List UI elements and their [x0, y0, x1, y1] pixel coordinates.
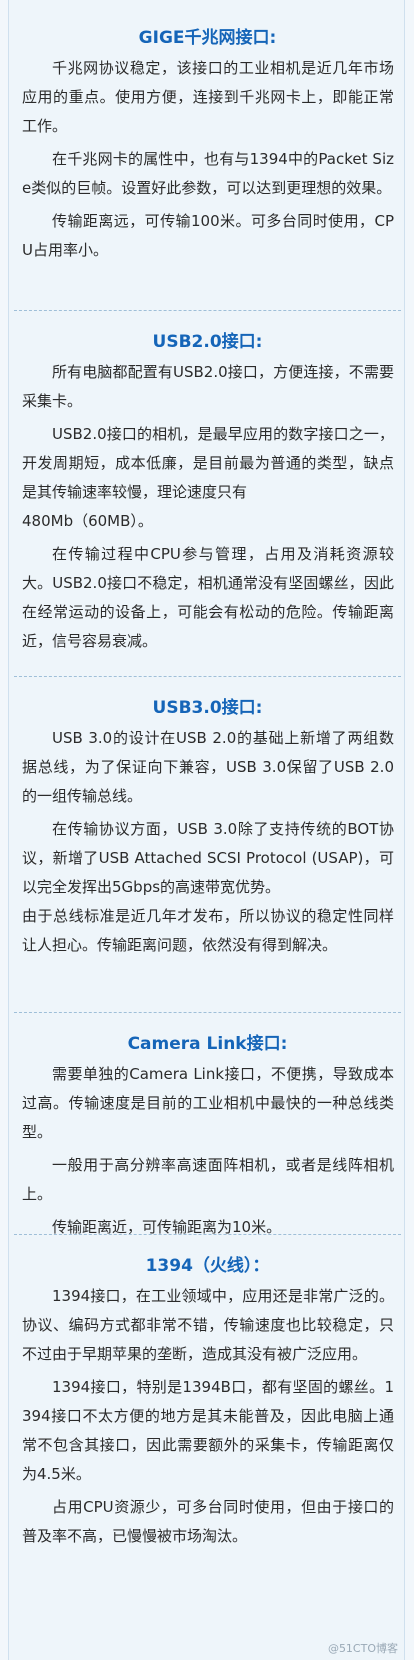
paragraph: 1394接口，特别是1394B口，都有坚固的螺丝。1394接口不太方便的地方是其…	[22, 1378, 394, 1483]
section-title-camera-link: Camera Link接口:	[127, 1034, 288, 1054]
section-gige: GIGE千兆网接口: 千兆网协议稳定，该接口的工业相机是近几年市场应用的重点。使…	[9, 26, 406, 265]
section-usb2: USB2.0接口: 所有电脑都配置有USB2.0接口，方便连接，不需要采集卡。 …	[9, 330, 406, 656]
section-title-usb3: USB3.0接口:	[152, 698, 263, 718]
section-divider	[14, 1234, 401, 1235]
section-usb3: USB3.0接口: USB 3.0的设计在USB 2.0的基础上新增了两组数据总…	[9, 696, 406, 960]
paragraph: 传输距离近，可传输距离为10米。	[52, 1218, 282, 1236]
section-title-usb2: USB2.0接口:	[152, 332, 263, 352]
paragraph: 在传输协议方面，USB 3.0除了支持传统的BOT协议，新增了USB Attac…	[22, 820, 394, 896]
section-title-gige: GIGE千兆网接口:	[138, 28, 277, 48]
paragraph: USB2.0接口的相机，是最早应用的数字接口之一，开发周期短，成本低廉，是目前最…	[22, 425, 394, 501]
paragraph: 千兆网协议稳定，该接口的工业相机是近几年市场应用的重点。使用方便，连接到千兆网卡…	[22, 59, 394, 135]
article-page: GIGE千兆网接口: 千兆网协议稳定，该接口的工业相机是近几年市场应用的重点。使…	[8, 0, 405, 1660]
paragraph: 所有电脑都配置有USB2.0接口，方便连接，不需要采集卡。	[22, 363, 394, 410]
section-divider	[14, 310, 401, 311]
paragraph: 1394接口，在工业领域中，应用还是非常广泛的。协议、编码方式都非常不错，传输速…	[22, 1287, 394, 1363]
paragraph: 由于总线标准是近几年才发布，所以协议的稳定性同样让人担心。传输距离问题，依然没有…	[22, 907, 394, 954]
paragraph: 在千兆网卡的属性中，也有与1394中的Packet Size类似的巨帧。设置好此…	[22, 150, 394, 197]
section-title-1394: 1394（火线）：	[145, 1256, 270, 1276]
paragraph: 需要单独的Camera Link接口，不便携，导致成本过高。传输速度是目前的工业…	[22, 1065, 394, 1141]
section-divider	[14, 676, 401, 677]
watermark: @51CTO博客	[327, 1642, 398, 1655]
section-1394: 1394（火线）： 1394接口，在工业领域中，应用还是非常广泛的。协议、编码方…	[9, 1254, 406, 1551]
paragraph: USB 3.0的设计在USB 2.0的基础上新增了两组数据总线，为了保证向下兼容…	[22, 729, 394, 805]
paragraph: 占用CPU资源少，可多台同时使用，但由于接口的普及率不高，已慢慢被市场淘汰。	[22, 1498, 394, 1545]
paragraph: 传输距离远，可传输100米。可多台同时使用，CPU占用率小。	[22, 212, 394, 259]
section-divider	[14, 1012, 401, 1013]
paragraph: 480Mb（60MB）。	[22, 512, 153, 530]
paragraph: 一般用于高分辨率高速面阵相机，或者是线阵相机上。	[22, 1156, 394, 1203]
paragraph: 在传输过程中CPU参与管理，占用及消耗资源较大。USB2.0接口不稳定，相机通常…	[22, 545, 394, 650]
section-camera-link: Camera Link接口: 需要单独的Camera Link接口，不便携，导致…	[9, 1032, 406, 1242]
